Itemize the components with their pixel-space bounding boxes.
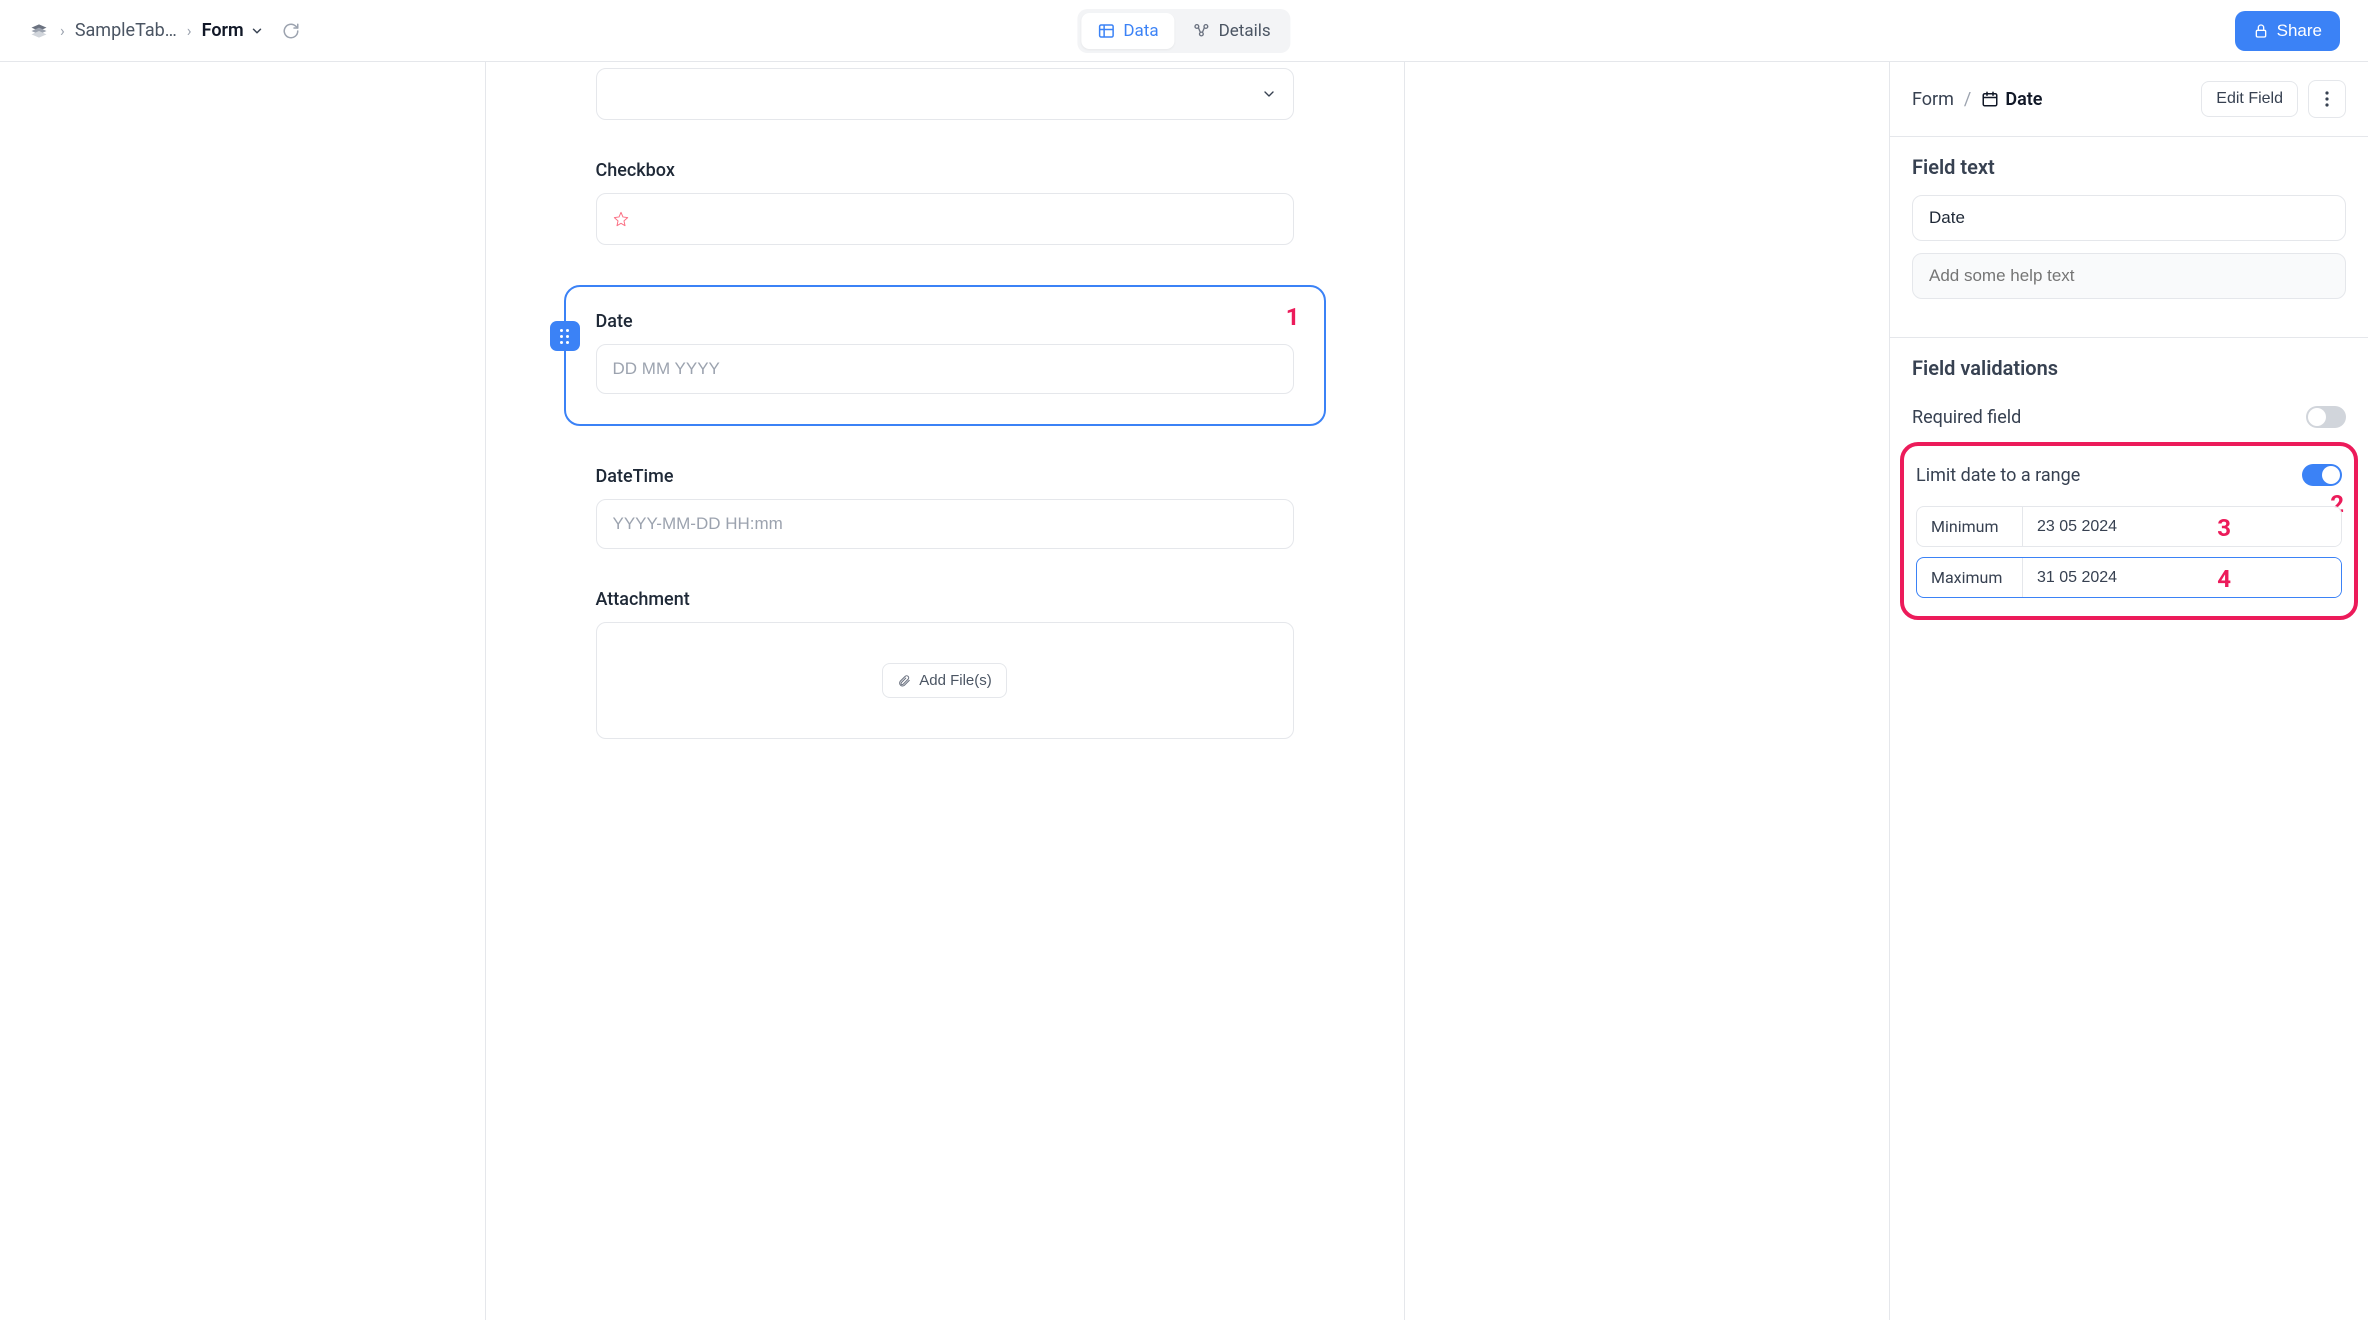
limit-range-toggle[interactable] <box>2302 464 2342 486</box>
form-canvas: Checkbox 1 Date <box>0 62 1890 1320</box>
section-validations: Field validations Required field Limit d… <box>1890 337 2368 646</box>
annotation-4: 4 <box>2217 565 2231 593</box>
field-block-select <box>596 68 1294 120</box>
drag-dots-icon <box>560 329 569 344</box>
checkbox-input[interactable] <box>596 193 1294 245</box>
datetime-label: DateTime <box>596 466 1294 487</box>
min-date-group: Minimum 3 <box>1916 506 2342 547</box>
datetime-input[interactable] <box>596 499 1294 549</box>
star-icon <box>613 211 629 227</box>
panel-header: Form / Date Edit Field <box>1890 62 2368 136</box>
chevron-right-icon: › <box>187 21 192 40</box>
panel-breadcrumb-field: Date <box>1981 89 2042 110</box>
required-toggle[interactable] <box>2306 406 2346 428</box>
more-vertical-icon <box>2325 91 2329 107</box>
attachment-label: Attachment <box>596 589 1294 610</box>
calendar-icon <box>1981 90 1999 108</box>
chevron-right-icon: › <box>60 21 65 40</box>
required-row: Required field <box>1912 396 2346 438</box>
reload-icon[interactable] <box>282 22 300 40</box>
breadcrumb-page-label: Form <box>202 20 244 41</box>
topbar: › SampleTab… › Form Data <box>0 0 2368 62</box>
field-name-input[interactable] <box>1912 195 2346 241</box>
limit-range-label: Limit date to a range <box>1916 465 2080 486</box>
view-tabs: Data Details <box>1077 9 1290 53</box>
more-button[interactable] <box>2308 80 2346 118</box>
form-content: Checkbox 1 Date <box>485 62 1405 1320</box>
field-block-checkbox: Checkbox <box>596 160 1294 245</box>
panel-breadcrumb: Form / Date <box>1912 89 2042 110</box>
paperclip-icon <box>897 674 911 688</box>
panel-breadcrumb-form[interactable]: Form <box>1912 89 1954 110</box>
breadcrumb-page[interactable]: Form <box>202 20 264 41</box>
tab-details-label: Details <box>1219 21 1271 41</box>
required-label: Required field <box>1912 407 2021 428</box>
drag-handle[interactable] <box>550 321 580 351</box>
field-block-datetime: DateTime <box>596 466 1294 549</box>
annotation-3: 3 <box>2217 514 2231 542</box>
date-label: Date <box>596 311 1294 332</box>
add-file-label: Add File(s) <box>919 672 992 689</box>
add-file-button[interactable]: Add File(s) <box>882 663 1007 698</box>
field-block-attachment: Attachment Add File(s) <box>596 589 1294 739</box>
max-date-group: Maximum 4 <box>1916 557 2342 598</box>
chevron-down-icon <box>1261 86 1277 102</box>
breadcrumb: › SampleTab… › Form <box>28 20 300 42</box>
panel-field-name: Date <box>2005 89 2042 110</box>
chevron-down-icon <box>250 24 264 38</box>
attachment-dropzone[interactable]: Add File(s) <box>596 622 1294 739</box>
min-label: Minimum <box>1917 507 2023 546</box>
checkbox-label: Checkbox <box>596 160 1294 181</box>
field-block-date[interactable]: 1 Date <box>564 285 1326 426</box>
edit-field-button[interactable]: Edit Field <box>2201 81 2298 117</box>
field-text-title: Field text <box>1912 155 2346 179</box>
validations-title: Field validations <box>1912 356 2346 380</box>
data-icon <box>1097 22 1115 40</box>
max-date-input[interactable] <box>2023 558 2341 597</box>
date-input[interactable] <box>596 344 1294 394</box>
share-button-label: Share <box>2277 21 2322 41</box>
annotation-1: 1 <box>1286 303 1300 331</box>
limit-range-highlight: Limit date to a range 2 Minimum 3 Maximu… <box>1900 442 2358 620</box>
share-button[interactable]: Share <box>2235 11 2340 51</box>
breadcrumb-sep: / <box>1964 89 1971 110</box>
min-date-input[interactable] <box>2023 507 2341 546</box>
breadcrumb-table[interactable]: SampleTab… <box>75 20 177 41</box>
tab-data-label: Data <box>1123 21 1158 41</box>
max-label: Maximum <box>1917 558 2023 597</box>
details-icon <box>1193 22 1211 40</box>
section-field-text: Field text <box>1890 136 2368 337</box>
select-input[interactable] <box>596 68 1294 120</box>
main: Checkbox 1 Date <box>0 62 2368 1320</box>
limit-range-row: Limit date to a range <box>1916 460 2342 496</box>
app-logo-icon <box>28 20 50 42</box>
lock-icon <box>2253 23 2269 39</box>
tab-data[interactable]: Data <box>1081 13 1174 49</box>
right-panel: Form / Date Edit Field <box>1890 62 2368 1320</box>
field-help-input[interactable] <box>1912 253 2346 299</box>
tab-details[interactable]: Details <box>1177 13 1287 49</box>
